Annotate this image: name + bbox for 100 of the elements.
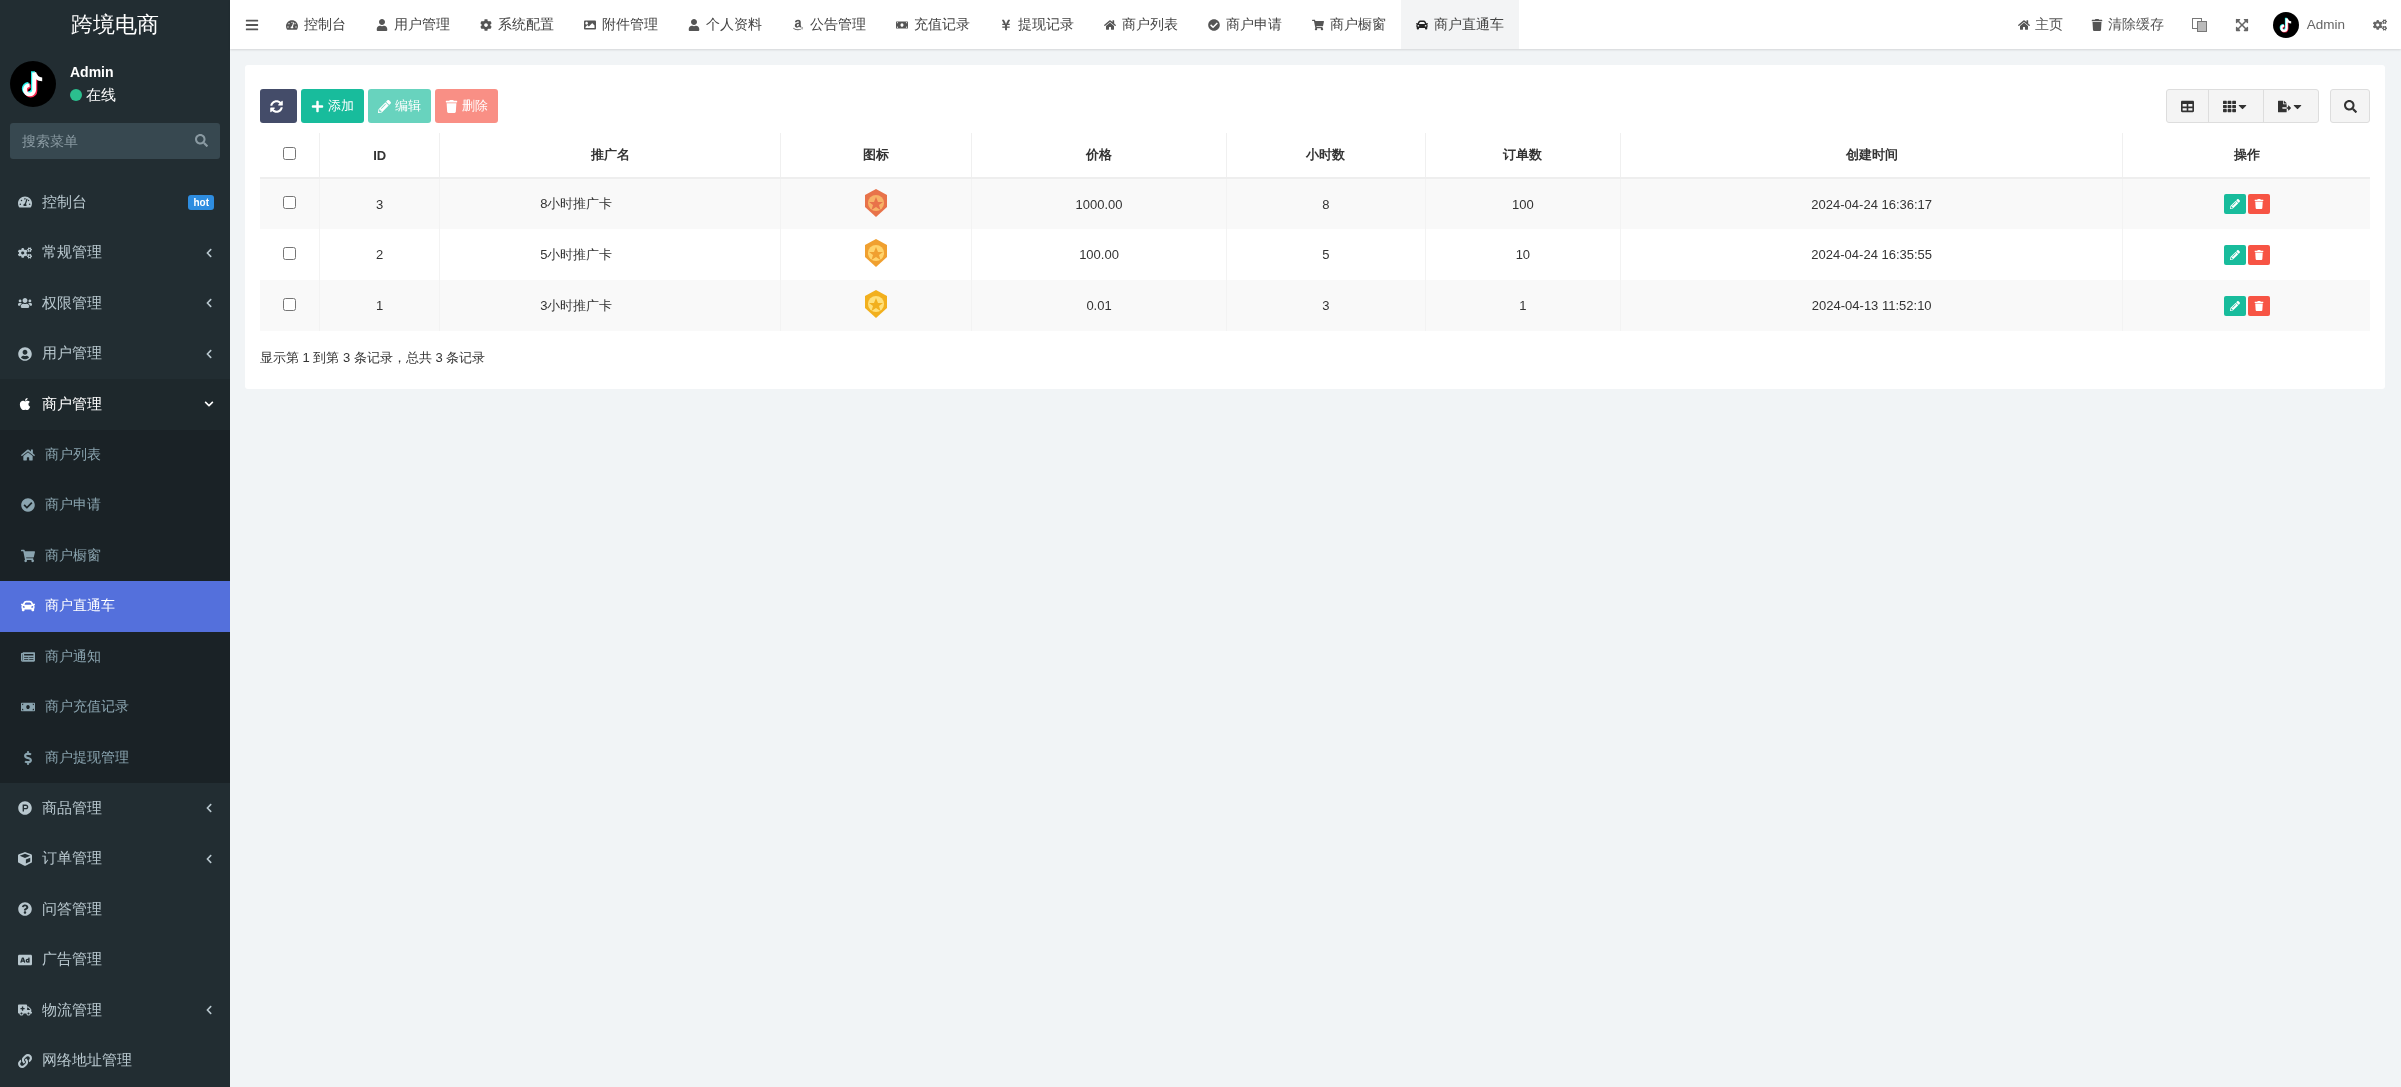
avatar-icon xyxy=(2272,11,2299,38)
delete-button[interactable] xyxy=(2247,244,2270,265)
user-icon xyxy=(376,18,388,31)
trash-icon xyxy=(2090,18,2103,31)
gears-icon xyxy=(17,245,33,260)
submenu-item[interactable]: 商户通知 xyxy=(0,631,230,682)
menu-search-field[interactable]: 搜索菜单 xyxy=(10,123,220,159)
submenu-item[interactable]: 商户橱窗 xyxy=(0,530,230,581)
menu-item[interactable]: 常规管理 xyxy=(0,227,230,278)
table-cell: 3 xyxy=(1226,280,1426,331)
row-checkbox[interactable] xyxy=(283,246,297,260)
trash-icon xyxy=(2253,300,2264,311)
nav-tab[interactable]: 商户橱窗 xyxy=(1297,0,1401,49)
admin-user-link[interactable]: Admin xyxy=(2298,0,2359,49)
table-cell: 0.01 xyxy=(971,280,1227,331)
dashboard-icon xyxy=(286,18,298,31)
question-icon xyxy=(17,902,33,917)
pencil-icon xyxy=(378,99,391,113)
link-icon xyxy=(17,1053,33,1068)
table-cell: 3小时推广卡 xyxy=(439,280,781,331)
menu-item[interactable]: 问答管理 xyxy=(0,884,230,935)
menu-item[interactable]: 商品管理 xyxy=(0,783,230,834)
menu-item[interactable]: 控制台 hot xyxy=(0,177,230,228)
avatar-icon xyxy=(10,61,56,107)
menu-item[interactable]: 用户管理 xyxy=(0,328,230,379)
menu-item[interactable]: 商户管理 xyxy=(0,379,230,430)
submenu-item[interactable]: 商户列表 xyxy=(0,429,230,480)
table-cell: 1 xyxy=(1425,280,1621,331)
delete-button[interactable] xyxy=(2247,295,2270,316)
nav-tab[interactable]: 充值记录 xyxy=(881,0,985,49)
menu-item[interactable]: 权限管理 xyxy=(0,278,230,329)
cart-icon xyxy=(20,548,36,563)
clear-cache-link[interactable]: 清除缓存 xyxy=(2076,0,2178,49)
delete-button[interactable] xyxy=(2247,194,2270,214)
user-status: 在线 xyxy=(86,85,116,105)
select-all-checkbox[interactable] xyxy=(283,147,297,160)
nav-tab[interactable]: 控制台 xyxy=(271,0,361,49)
home-icon xyxy=(20,447,36,462)
nav-tab[interactable]: 用户管理 xyxy=(361,0,465,49)
medal-icon xyxy=(863,289,890,319)
search-icon xyxy=(2343,99,2357,113)
submenu-item[interactable]: 商户直通车 xyxy=(0,581,230,632)
amazon-icon xyxy=(792,18,804,31)
menu-item[interactable]: 广告管理 xyxy=(0,934,230,985)
cart-icon xyxy=(1312,18,1324,31)
menu-item[interactable]: 物流管理 xyxy=(0,985,230,1036)
edit-button[interactable] xyxy=(2223,295,2246,316)
nav-tab[interactable]: 商户申请 xyxy=(1193,0,1297,49)
ambulance-icon xyxy=(17,1003,33,1018)
refresh-icon xyxy=(270,99,283,113)
edit-button[interactable] xyxy=(2223,194,2246,214)
submenu-item[interactable]: 商户提现管理 xyxy=(0,732,230,783)
search-icon xyxy=(195,134,208,147)
home-icon xyxy=(2017,18,2030,31)
brand-title: 跨境电商 xyxy=(70,10,160,39)
yen-icon xyxy=(1000,18,1012,31)
money-icon xyxy=(896,18,908,31)
pencil-icon xyxy=(2229,300,2240,311)
refresh-button[interactable] xyxy=(260,89,297,123)
newspaper-icon xyxy=(20,649,36,664)
nav-tab[interactable]: 提现记录 xyxy=(985,0,1089,49)
menu-item[interactable]: 订单管理 xyxy=(0,833,230,884)
nav-tab[interactable]: 公告管理 xyxy=(777,0,881,49)
car-icon xyxy=(20,599,36,614)
submenu-item[interactable]: 商户申请 xyxy=(0,480,230,531)
medal-icon xyxy=(863,187,890,218)
submenu-item[interactable]: 商户充值记录 xyxy=(0,682,230,733)
nav-tab[interactable]: 附件管理 xyxy=(569,0,673,49)
trash-icon xyxy=(2253,199,2264,209)
grid-icon xyxy=(2223,99,2236,113)
home-icon xyxy=(1104,18,1116,31)
user-icon xyxy=(688,18,700,31)
dashboard-icon xyxy=(17,195,33,210)
home-link[interactable]: 主页 xyxy=(2003,0,2077,49)
nav-tab[interactable]: 商户列表 xyxy=(1089,0,1193,49)
nav-tab[interactable]: 个人资料 xyxy=(673,0,777,49)
users-icon xyxy=(17,296,33,311)
cube-icon xyxy=(17,851,33,866)
ad-icon xyxy=(17,952,33,967)
table-cell: 2024-04-13 11:52:10 xyxy=(1620,280,2123,331)
car-icon xyxy=(1416,18,1428,31)
search-button[interactable] xyxy=(2330,89,2370,123)
edit-button[interactable] xyxy=(2223,244,2246,265)
apple-icon xyxy=(17,397,33,412)
nav-tab[interactable]: 商户直通车 xyxy=(1401,0,1519,49)
trash-icon xyxy=(445,99,458,113)
pencil-icon xyxy=(2229,199,2240,209)
gear-icon xyxy=(480,18,492,31)
table-cell: 1 xyxy=(319,280,440,331)
row-checkbox[interactable] xyxy=(283,297,297,311)
trash-icon xyxy=(2253,249,2264,260)
menu-item[interactable]: 网络地址管理 xyxy=(0,1035,230,1086)
translate-icon[interactable] xyxy=(2191,17,2207,32)
user-name: Admin xyxy=(70,63,115,80)
medal-icon xyxy=(863,238,890,268)
hot-badge: hot xyxy=(188,194,214,210)
image-icon xyxy=(584,18,596,31)
row-checkbox[interactable] xyxy=(283,196,297,209)
plus-icon xyxy=(311,99,324,113)
nav-tab[interactable]: 系统配置 xyxy=(465,0,569,49)
